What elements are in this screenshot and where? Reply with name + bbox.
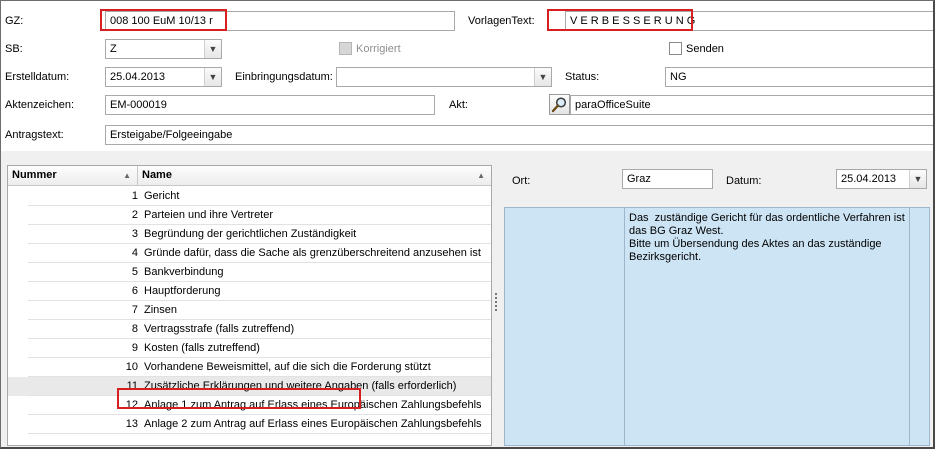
table-row[interactable]: 6 Hauptforderung [8,282,491,301]
datum-label: Datum: [726,175,762,187]
einbringungsdatum-label: Einbringungsdatum: [235,71,333,83]
table-row[interactable]: 1 Gericht [8,187,491,206]
note-area: Das zuständige Gericht für das ordentlic… [504,207,930,446]
table-row[interactable]: 12 Anlage 1 zum Antrag auf Erlass eines E… [8,396,491,415]
column-header-nummer-label: Nummer [12,169,57,181]
table-row[interactable]: 4 Gründe dafür, dass die Sache als grenzü… [8,244,491,263]
sb-select[interactable]: Z ▼ [105,39,222,59]
table-row[interactable]: 3 Begründung der gerichtlichen Zuständigk… [8,225,491,244]
content-area: Nummer ▲ Name ▲ 1 Gericht 2 Parteien und ih… [1,151,933,447]
row-name: Gründe dafür, dass die Sache als grenzüb… [144,247,481,259]
row-name: Kosten (falls zutreffend) [144,342,260,354]
row-name: Zusätzliche Erklärungen und weitere Anga… [144,380,457,392]
datum-value: 25.04.2013 [841,173,897,185]
aktenzeichen-label: Aktenzeichen: [5,99,75,111]
aktenzeichen-field[interactable]: EM-000019 [105,95,435,115]
status-label: Status: [565,71,600,83]
row-name: Parteien und ihre Vertreter [144,209,274,221]
table-row[interactable]: 10 Vorhandene Beweismittel, auf die sich … [8,358,491,377]
gz-field[interactable]: 008 100 EuM 10/13 r [105,11,455,31]
row-number: 13 [125,418,138,430]
row-number: 6 [131,285,138,297]
row-number: 8 [131,323,138,335]
vorlagentext-field[interactable]: V E R B E S S E R U N G [565,11,933,31]
gz-label: GZ: [5,15,24,27]
antragstext-field[interactable]: Ersteigabe/Folgeeingabe [105,125,933,145]
table-row[interactable]: 5 Bankverbindung [8,263,491,282]
row-number: 2 [131,209,138,221]
status-field[interactable]: NG [665,67,933,87]
row-number: 11 [126,380,138,392]
column-header-name[interactable]: Name ▲ [138,166,491,186]
sb-value: Z [110,43,117,55]
row-number: 10 [125,361,138,373]
table-row[interactable]: 7 Zinsen [8,301,491,320]
sort-up-icon: ▲ [123,171,131,180]
antragstext-label: Antragstext: [5,129,64,141]
erstelldatum-label: Erstelldatum: [5,71,70,83]
row-name: Gericht [144,190,180,202]
splitter-grip-icon[interactable] [493,291,499,315]
ort-label: Ort: [512,175,531,187]
chevron-down-icon[interactable]: ▼ [204,40,221,58]
note-textarea[interactable]: Das zuständige Gericht für das ordentlic… [624,208,910,445]
sb-label: SB: [5,43,23,55]
row-number: 7 [131,304,138,316]
ort-field[interactable]: Graz [622,169,713,189]
window: GZ: 008 100 EuM 10/13 r VorlagenText: V … [0,0,935,449]
column-header-name-label: Name [142,169,172,181]
chevron-down-icon[interactable]: ▼ [909,170,926,188]
erstelldatum-picker[interactable]: 25.04.2013 ▼ [105,67,222,87]
chevron-down-icon[interactable]: ▼ [534,68,551,86]
table-row[interactable]: 2 Parteien und ihre Vertreter [8,206,491,225]
table-row[interactable]: 8 Vertragsstrafe (falls zutreffend) [8,320,491,339]
list-header: Nummer ▲ Name ▲ [8,166,491,186]
detail-panel: Ort: Graz Datum: 25.04.2013 ▼ Das zustän… [501,165,933,446]
akt-search-button[interactable] [549,94,570,115]
row-name: Zinsen [144,304,178,316]
datum-picker[interactable]: 25.04.2013 ▼ [836,169,927,189]
form-panel: GZ: 008 100 EuM 10/13 r VorlagenText: V … [1,1,933,151]
vorlagentext-label: VorlagenText: [468,15,535,27]
row-name: Hauptforderung [144,285,221,297]
search-icon [551,97,567,113]
chevron-down-icon[interactable]: ▼ [204,68,221,86]
section-list[interactable]: Nummer ▲ Name ▲ 1 Gericht 2 Parteien und ih… [7,165,492,446]
korrigiert-label: Korrigiert [356,43,401,55]
row-name: Begründung der gerichtlichen Zuständigke… [144,228,357,240]
akt-field[interactable]: paraOfficeSuite [570,95,933,115]
row-number: 5 [131,266,138,278]
row-name: Bankverbindung [144,266,224,278]
table-row[interactable]: 9 Kosten (falls zutreffend) [8,339,491,358]
senden-label: Senden [686,43,724,55]
sort-up-icon: ▲ [477,171,485,180]
row-name: Vorhandene Beweismittel, auf die sich di… [144,361,431,373]
table-row[interactable]: 11 Zusätzliche Erklärungen und weitere An… [8,377,491,396]
akt-label: Akt: [449,99,468,111]
column-header-nummer[interactable]: Nummer ▲ [8,166,138,186]
row-divider [28,433,491,434]
einbringungsdatum-picker[interactable]: ▼ [336,67,552,87]
row-number: 9 [131,342,138,354]
row-number: 12 [125,399,138,411]
row-name: Anlage 1 zum Antrag auf Erlass eines Eur… [144,399,482,411]
row-number: 4 [131,247,138,259]
erstelldatum-value: 25.04.2013 [110,71,166,83]
row-number: 3 [131,228,138,240]
table-row[interactable]: 13 Anlage 2 zum Antrag auf Erlass eines E… [8,415,491,434]
row-number: 1 [131,190,138,202]
row-name: Vertragsstrafe (falls zutreffend) [144,323,295,335]
korrigiert-checkbox[interactable] [339,42,352,55]
senden-checkbox[interactable] [669,42,682,55]
row-name: Anlage 2 zum Antrag auf Erlass eines Eur… [144,418,482,430]
